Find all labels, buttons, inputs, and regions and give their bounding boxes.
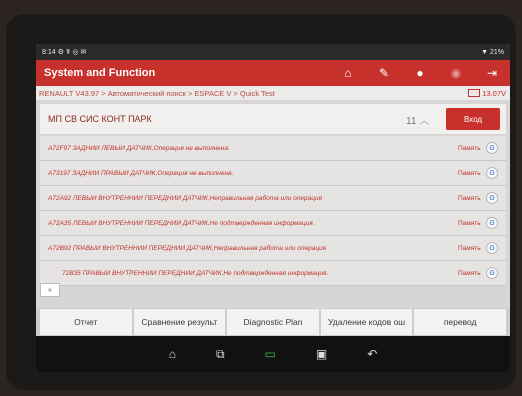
home-icon[interactable]: ⌂ [169, 347, 176, 361]
search-icon[interactable]: G [486, 142, 498, 154]
record-icon: ◉ [450, 66, 462, 80]
bottom-toolbar: Отчет Сравнение результ Diagnostic Plan … [36, 308, 510, 336]
page-title: System and Function [44, 67, 156, 79]
code-count: 11 ︿ [406, 112, 446, 127]
compare-results-button[interactable]: Сравнение результ [133, 309, 226, 335]
list-item[interactable]: A73197 ЗАДНИЙ ПРАВЫЙ ДАТЧИК,Операция не … [40, 161, 506, 186]
edit-icon: ✎ [378, 66, 390, 80]
vci-icon[interactable]: ▭ [265, 347, 276, 361]
dtc-status: Память [458, 269, 481, 277]
breadcrumb: RENAULT V43.97 > Автоматический поиск > … [36, 86, 510, 100]
expand-button[interactable]: » [40, 283, 60, 297]
android-nav-bar: ⌂ ⧉ ▭ ▣ ↶ [36, 336, 510, 372]
battery-status: ▼ 21% [481, 48, 504, 56]
dtc-status: Память [458, 194, 481, 202]
translate-button[interactable]: перевод [414, 309, 506, 335]
recent-apps-icon[interactable]: ⧉ [216, 347, 225, 362]
list-item[interactable]: 72B35 ПРАВЫЙ ВНУТРЕННИЙ ПЕРЕДНИЙ ДАТЧИК,… [40, 261, 506, 286]
diagnostic-plan-button[interactable]: Diagnostic Plan [227, 309, 319, 335]
dtc-status: Память [458, 244, 481, 252]
system-row[interactable]: МП СВ СИС КОНТ ПАРК 11 ︿ Вход [40, 104, 506, 134]
status-bar: 8:14 ⚙ ☤ ◎ ✉ ▼ 21% [36, 44, 510, 60]
status-left: 8:14 ⚙ ☤ ◎ ✉ [42, 48, 86, 56]
clear-codes-button[interactable]: Удаление кодов ош [320, 309, 413, 335]
dtc-status: Память [458, 219, 481, 227]
voltage-indicator: 13.07V [468, 89, 506, 98]
list-item[interactable]: A72A35 ЛЕВЫЙ ВНУТРЕННИЙ ПЕРЕДНИЙ ДАТЧИК,… [40, 211, 506, 236]
list-item[interactable]: A72B92 ПРАВЫЙ ВНУТРЕННИЙ ПЕРЕДНИЙ ДАТЧИК… [40, 236, 506, 261]
dtc-description: A72A92 ЛЕВЫЙ ВНУТРЕННИЙ ПЕРЕДНИЙ ДАТЧИК,… [48, 194, 323, 202]
record-button[interactable]: ◉ [438, 60, 474, 86]
dtc-description: A72F97 ЗАДНИЙ ЛЕВЫЙ ДАТЧИК,Операция не в… [48, 144, 230, 152]
dtc-description: A72B92 ПРАВЫЙ ВНУТРЕННИЙ ПЕРЕДНИЙ ДАТЧИК… [48, 244, 327, 252]
screenshot-icon[interactable]: ▣ [316, 347, 327, 361]
edit-button[interactable]: ✎ [366, 60, 402, 86]
breadcrumb-path: RENAULT V43.97 > Автоматический поиск > … [39, 88, 275, 98]
home-button[interactable]: ⌂ [330, 60, 366, 86]
user-icon: ● [416, 66, 424, 80]
search-icon[interactable]: G [486, 192, 498, 204]
system-name: МП СВ СИС КОНТ ПАРК [48, 114, 152, 124]
voltage-value: 13.07V [482, 88, 506, 98]
dtc-description: A72A35 ЛЕВЫЙ ВНУТРЕННИЙ ПЕРЕДНИЙ ДАТЧИК,… [48, 219, 315, 227]
user-button[interactable]: ● [402, 60, 438, 86]
tablet-screen: 8:14 ⚙ ☤ ◎ ✉ ▼ 21% System and Function ⌂… [36, 44, 510, 372]
report-button[interactable]: Отчет [40, 309, 132, 335]
enter-button[interactable]: Вход [446, 108, 500, 130]
list-item[interactable]: A72F97 ЗАДНИЙ ЛЕВЫЙ ДАТЧИК,Операция не в… [40, 136, 506, 161]
status-right: ▼ 21% [481, 49, 504, 56]
dtc-status: Память [458, 169, 481, 177]
search-icon[interactable]: G [486, 217, 498, 229]
code-count-value: 11 [406, 115, 417, 127]
status-icons: ⚙ ☤ ◎ ✉ [57, 49, 87, 56]
search-icon[interactable]: G [486, 167, 498, 179]
home-icon: ⌂ [344, 66, 352, 80]
dtc-status: Память [458, 144, 481, 152]
search-icon[interactable]: G [486, 242, 498, 254]
back-icon[interactable]: ↶ [367, 347, 377, 361]
exit-button[interactable]: ⇥ [474, 60, 510, 86]
chevron-up-icon[interactable]: ︿ [416, 116, 429, 127]
clock: 8:14 [42, 49, 56, 56]
app-header: System and Function ⌂ ✎ ● ◉ ⇥ [36, 60, 510, 86]
dtc-description: A73197 ЗАДНИЙ ПРАВЫЙ ДАТЧИК,Операция не … [48, 169, 234, 177]
list-item[interactable]: A72A92 ЛЕВЫЙ ВНУТРЕННИЙ ПЕРЕДНИЙ ДАТЧИК,… [40, 186, 506, 211]
dtc-description: 72B35 ПРАВЫЙ ВНУТРЕННИЙ ПЕРЕДНИЙ ДАТЧИК,… [62, 269, 329, 277]
dtc-list: A72F97 ЗАДНИЙ ЛЕВЫЙ ДАТЧИК,Операция не в… [40, 136, 506, 286]
exit-icon: ⇥ [486, 66, 498, 80]
search-icon[interactable]: G [486, 267, 498, 279]
battery-icon [468, 89, 481, 97]
